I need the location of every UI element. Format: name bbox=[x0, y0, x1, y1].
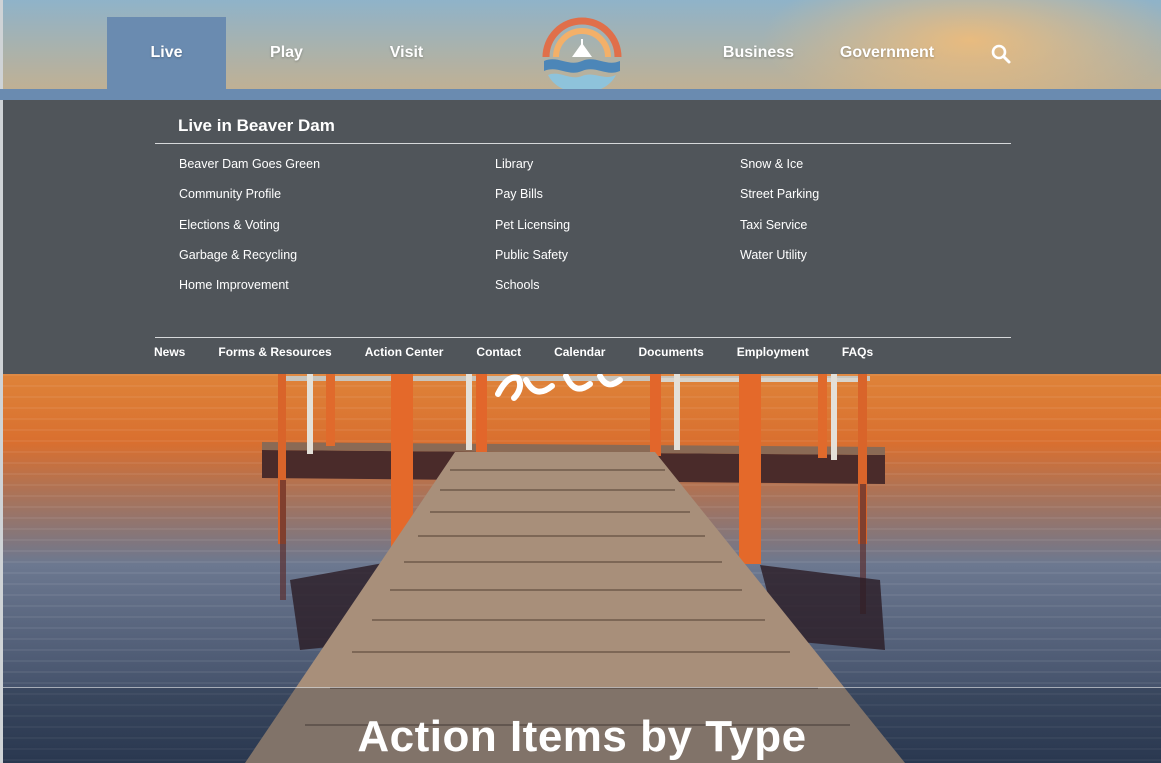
menu-link[interactable]: Elections & Voting bbox=[179, 218, 320, 248]
menu-column-3: Snow & Ice Street Parking Taxi Service W… bbox=[740, 157, 819, 278]
menu-link[interactable]: Street Parking bbox=[740, 187, 819, 217]
nav-accent-strip bbox=[0, 89, 1161, 100]
menu-column-2: Library Pay Bills Pet Licensing Public S… bbox=[495, 157, 570, 308]
utility-link-news[interactable]: News bbox=[154, 345, 185, 359]
utility-link-faqs[interactable]: FAQs bbox=[842, 345, 873, 359]
nav-live[interactable]: Live bbox=[107, 17, 226, 89]
menu-link[interactable]: Water Utility bbox=[740, 248, 819, 278]
mega-menu-live: Live in Beaver Dam Beaver Dam Goes Green… bbox=[3, 100, 1161, 374]
utility-link-contact[interactable]: Contact bbox=[476, 345, 521, 359]
menu-link[interactable]: Snow & Ice bbox=[740, 157, 819, 187]
menu-link[interactable]: Beaver Dam Goes Green bbox=[179, 157, 320, 187]
search-button[interactable] bbox=[988, 41, 1014, 67]
menu-link[interactable]: Library bbox=[495, 157, 570, 187]
utility-link-employment[interactable]: Employment bbox=[737, 345, 809, 359]
utility-link-forms[interactable]: Forms & Resources bbox=[218, 345, 331, 359]
nav-visit[interactable]: Visit bbox=[347, 17, 466, 89]
section-header-band: Action Items by Type bbox=[3, 687, 1161, 763]
menu-link[interactable]: Garbage & Recycling bbox=[179, 248, 320, 278]
menu-link[interactable]: Community Profile bbox=[179, 187, 320, 217]
mega-menu-title: Live in Beaver Dam bbox=[178, 116, 335, 135]
main-navigation: Live Play Visit Business Government bbox=[0, 0, 1161, 93]
nav-play[interactable]: Play bbox=[227, 17, 346, 89]
menu-link[interactable]: Home Improvement bbox=[179, 278, 320, 308]
divider bbox=[155, 143, 1011, 144]
divider bbox=[155, 337, 1011, 338]
utility-links: News Forms & Resources Action Center Con… bbox=[154, 345, 906, 359]
nav-government[interactable]: Government bbox=[828, 17, 946, 89]
utility-link-action-center[interactable]: Action Center bbox=[365, 345, 444, 359]
utility-link-documents[interactable]: Documents bbox=[638, 345, 703, 359]
menu-link[interactable]: Taxi Service bbox=[740, 218, 819, 248]
search-icon bbox=[991, 44, 1011, 64]
section-title: Action Items by Type bbox=[357, 712, 807, 761]
menu-link[interactable]: Public Safety bbox=[495, 248, 570, 278]
menu-column-1: Beaver Dam Goes Green Community Profile … bbox=[179, 157, 320, 308]
utility-link-calendar[interactable]: Calendar bbox=[554, 345, 605, 359]
menu-link[interactable]: Pay Bills bbox=[495, 187, 570, 217]
nav-business[interactable]: Business bbox=[699, 17, 818, 89]
site-logo[interactable] bbox=[540, 15, 624, 93]
menu-link[interactable]: Schools bbox=[495, 278, 570, 308]
city-logo-icon bbox=[542, 17, 622, 93]
menu-link[interactable]: Pet Licensing bbox=[495, 218, 570, 248]
